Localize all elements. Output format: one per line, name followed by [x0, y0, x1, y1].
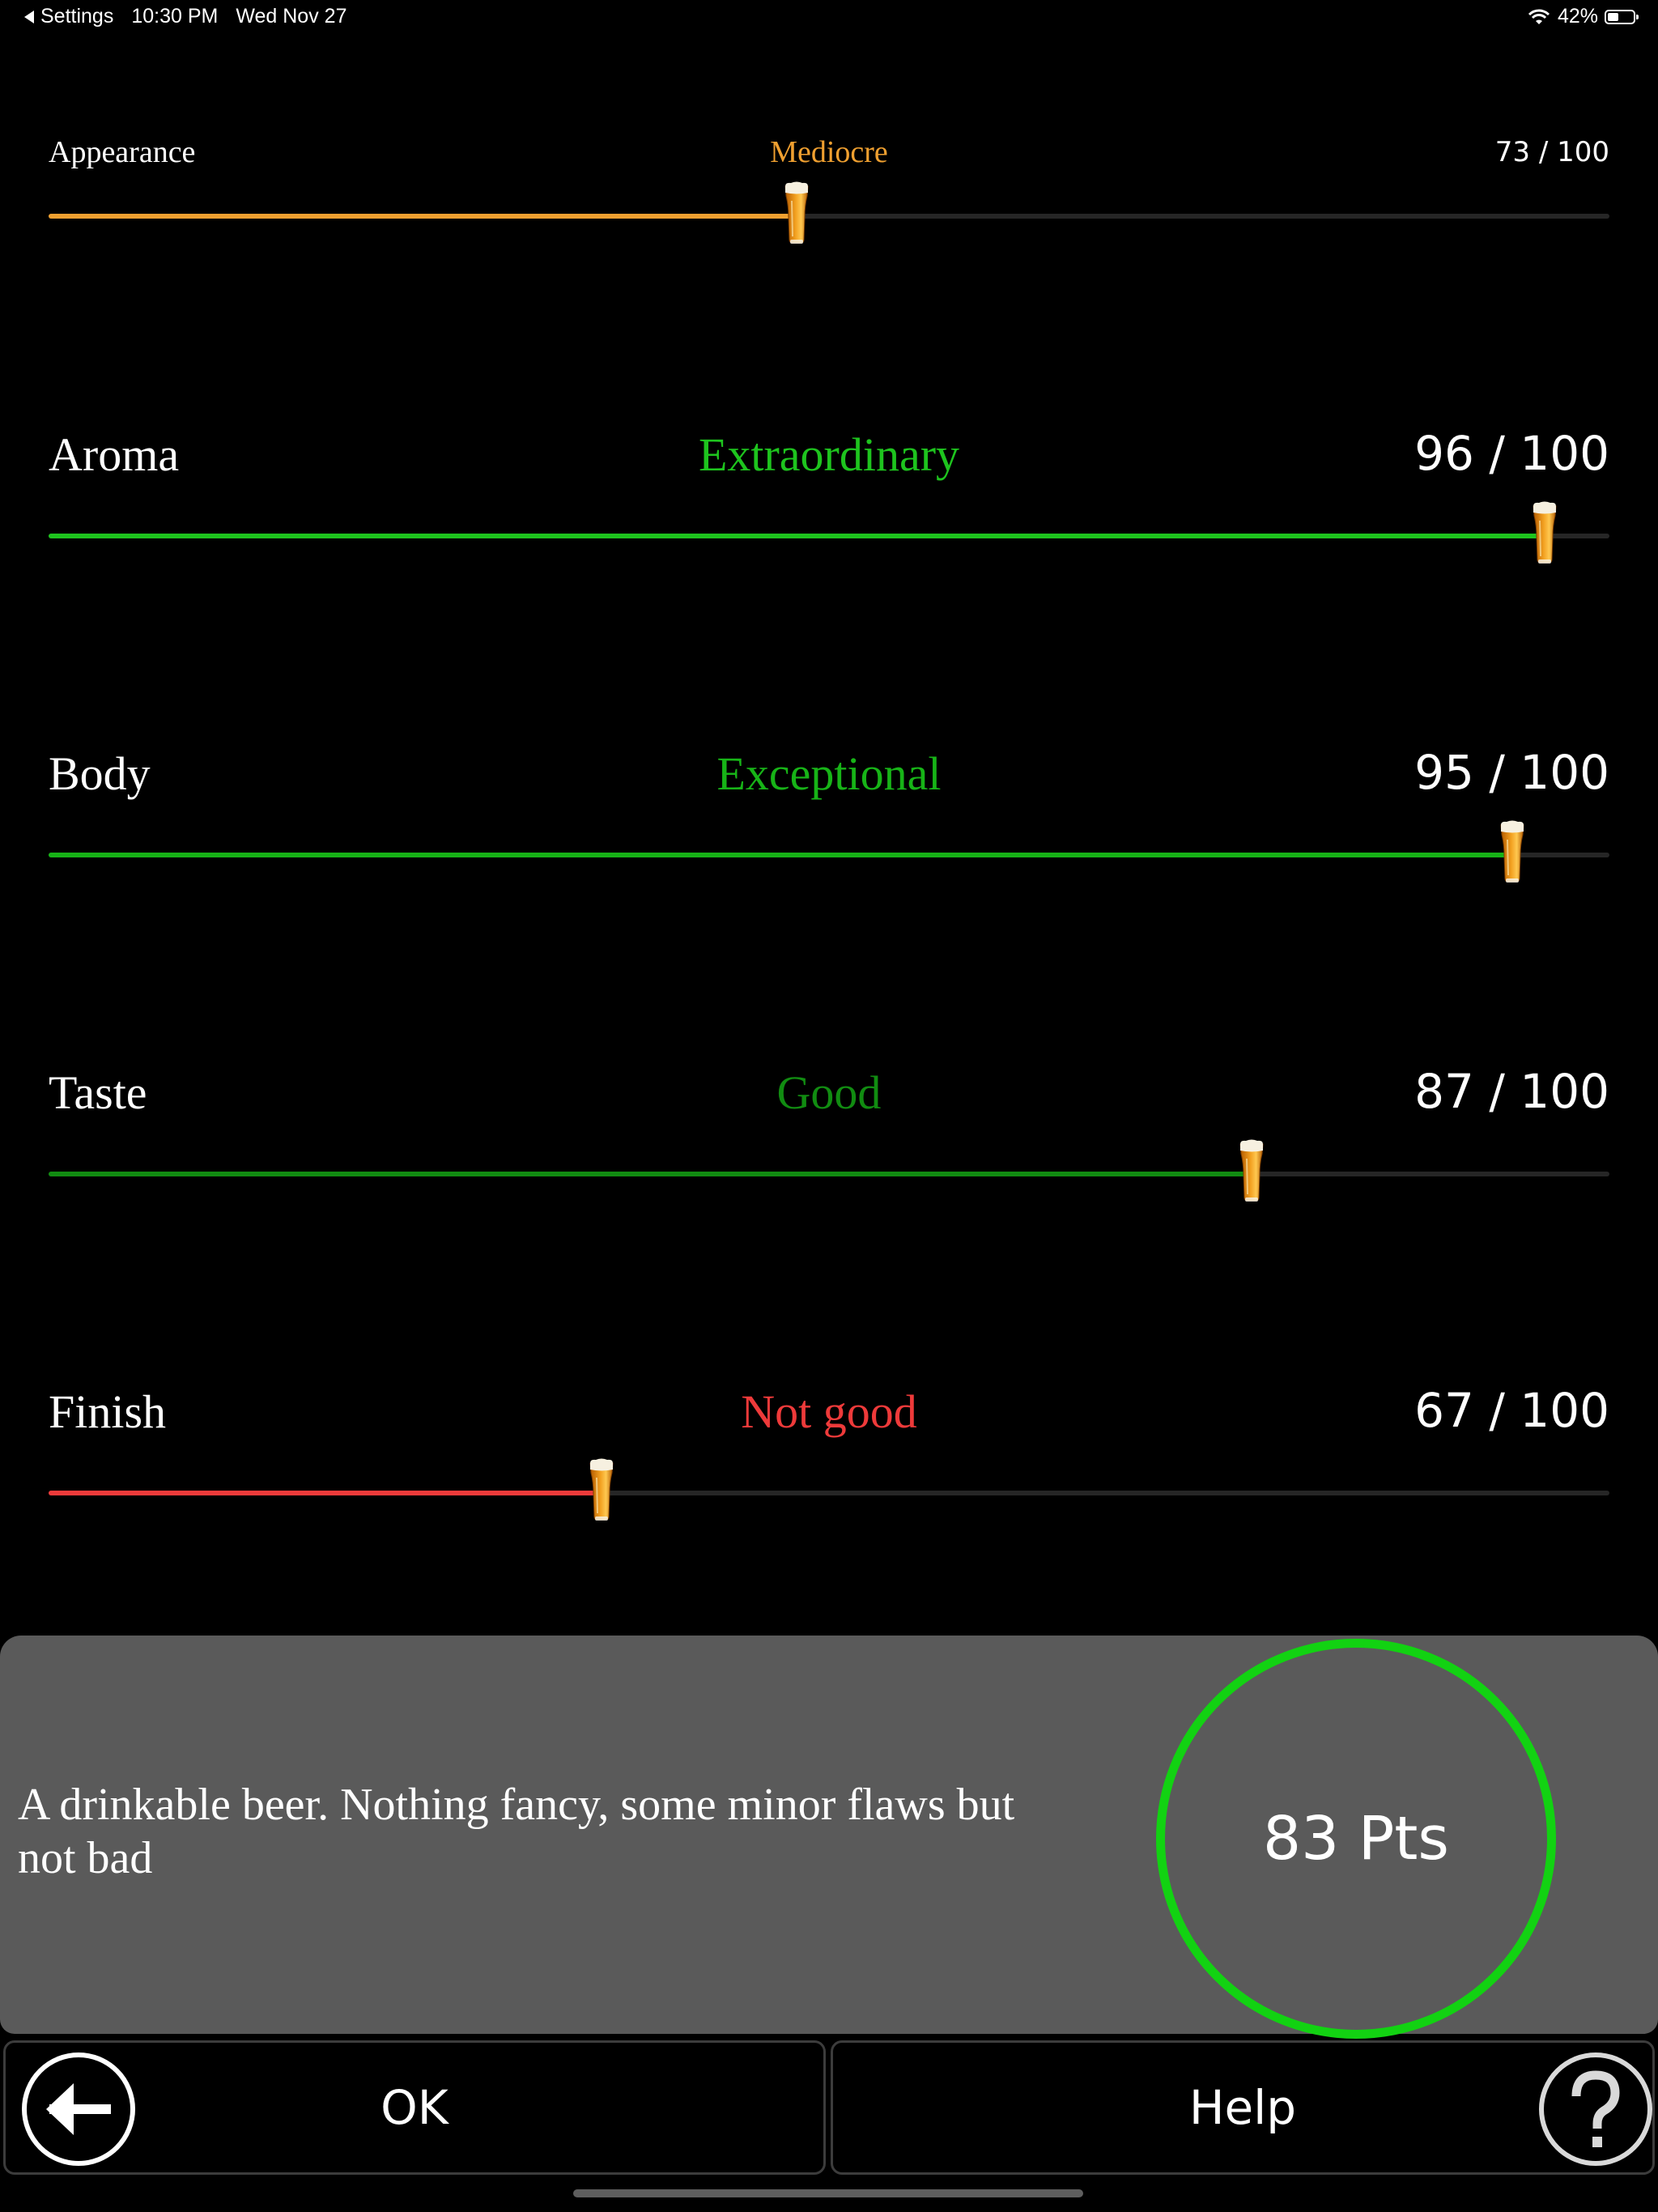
status-bar-right: 42%	[1527, 5, 1639, 28]
ok-button[interactable]: OK	[3, 2040, 826, 2175]
battery-percent: 42%	[1557, 5, 1598, 28]
back-to-app-icon[interactable]	[24, 10, 34, 23]
help-button[interactable]: Help	[831, 2040, 1655, 2175]
status-date: Wed Nov 27	[236, 5, 347, 28]
rating-slider[interactable]	[49, 534, 1609, 538]
status-bar-left: Settings 10:30 PM Wed Nov 27	[24, 5, 364, 28]
help-label[interactable]: Help	[833, 2043, 1652, 2172]
rating-slider[interactable]	[49, 853, 1609, 857]
rating-slider[interactable]	[49, 214, 1609, 219]
total-points: 83 Pts	[1263, 1804, 1449, 1874]
rating-slider[interactable]	[49, 1172, 1609, 1176]
rating-row-body: Body Exceptional 95 / 100	[49, 745, 1609, 902]
slider-fill	[49, 853, 1512, 857]
rating-score: 87 / 100	[1414, 1064, 1609, 1119]
summary-text: A drinkable beer. Nothing fancy, some mi…	[18, 1780, 1015, 1883]
beer-glass-icon[interactable]	[588, 1458, 615, 1523]
rating-score: 95 / 100	[1414, 745, 1609, 800]
rating-descriptor: Exceptional	[716, 747, 942, 800]
rating-row-finish: Finish Not good 67 / 100	[49, 1383, 1609, 1540]
wifi-icon	[1528, 9, 1550, 24]
summary-panel: A drinkable beer. Nothing fancy, some mi…	[0, 1636, 1658, 2039]
total-score-ring: 83 Pts	[1156, 1639, 1556, 2039]
rating-score: 67 / 100	[1414, 1383, 1609, 1438]
rating-row-appearance: Appearance Mediocre 73 / 100	[49, 135, 1609, 282]
rating-descriptor: Not good	[741, 1385, 917, 1438]
home-indicator[interactable]	[573, 2189, 1083, 2197]
rating-score: 96 / 100	[1414, 426, 1609, 481]
slider-fill	[49, 214, 797, 219]
status-time: 10:30 PM	[131, 5, 219, 28]
back-app-label[interactable]: Settings	[40, 5, 113, 28]
beer-glass-icon[interactable]	[1531, 501, 1558, 566]
beer-glass-icon[interactable]	[1499, 820, 1526, 885]
rating-row-aroma: Aroma Extraordinary 96 / 100	[49, 426, 1609, 583]
beer-glass-icon[interactable]	[1238, 1139, 1265, 1204]
rating-descriptor: Mediocre	[770, 135, 888, 169]
ok-label[interactable]: OK	[6, 2043, 823, 2172]
rating-slider[interactable]	[49, 1491, 1609, 1495]
rating-score: 73 / 100	[1494, 136, 1609, 168]
battery-icon	[1605, 9, 1639, 24]
beer-glass-icon[interactable]	[783, 181, 810, 246]
status-bar: Settings 10:30 PM Wed Nov 27 42%	[0, 0, 1658, 39]
slider-fill	[49, 1172, 1252, 1176]
question-mark-icon[interactable]	[1539, 2052, 1652, 2166]
slider-fill	[49, 534, 1545, 538]
rating-row-taste: Taste Good 87 / 100	[49, 1064, 1609, 1221]
rating-descriptor: Extraordinary	[698, 428, 960, 481]
rating-descriptor: Good	[776, 1066, 882, 1119]
slider-fill	[49, 1491, 602, 1495]
